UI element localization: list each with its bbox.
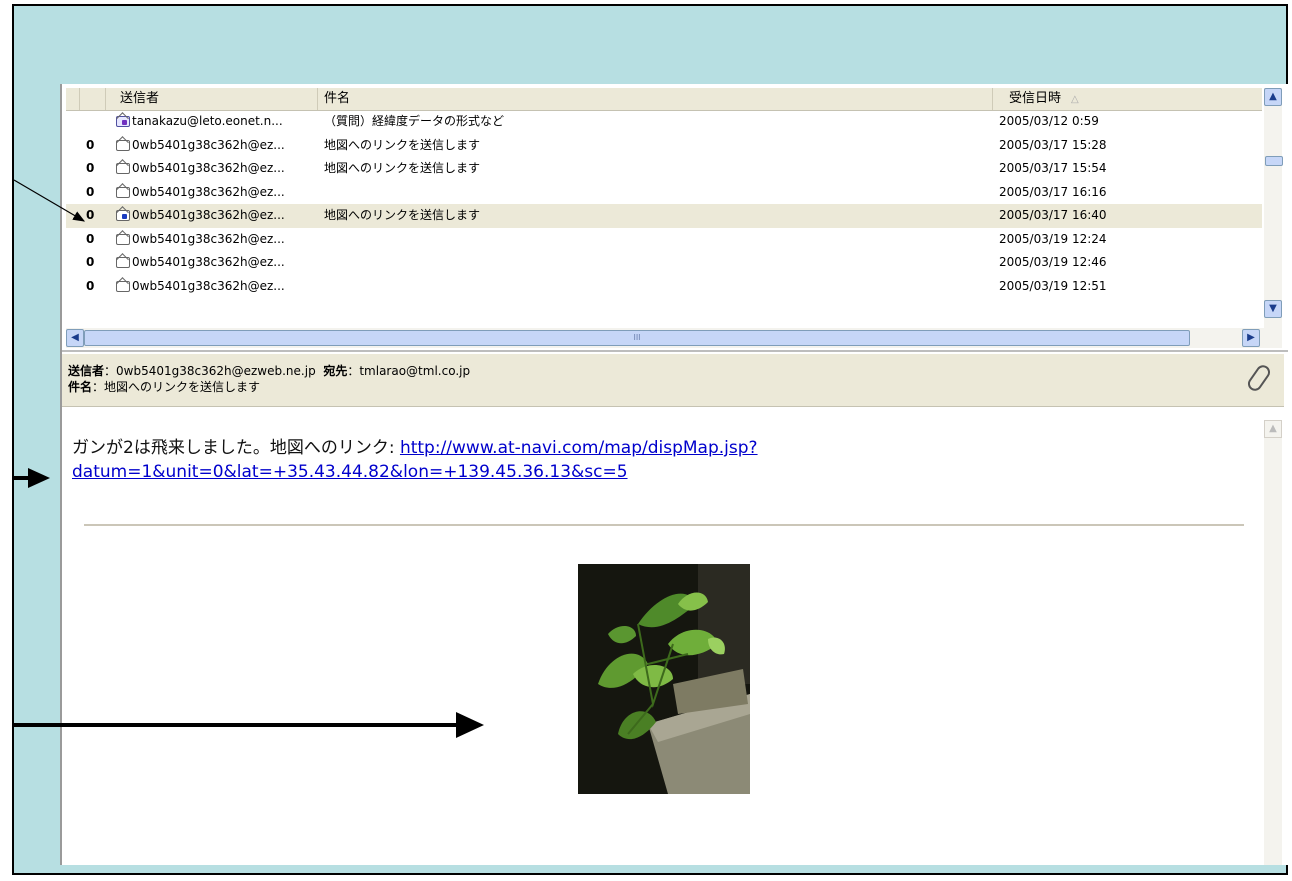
row-date: 2005/03/17 16:16: [999, 184, 1107, 199]
col-attach[interactable]: [80, 88, 106, 110]
message-rows: tanakazu@leto.eonet.n... （質問）経緯度データの形式など…: [66, 110, 1262, 330]
scroll-up-icon[interactable]: ▲: [1264, 420, 1282, 438]
scroll-right-icon[interactable]: ▶: [1242, 329, 1260, 347]
paperclip-icon: 0: [86, 255, 95, 269]
horizontal-rule: [84, 524, 1244, 526]
body-text: ガンが2は飛来しました。地図へのリンク:: [72, 438, 400, 458]
envelope-icon: [116, 280, 130, 292]
grip-icon: III: [633, 333, 641, 342]
paperclip-icon: 0: [86, 184, 95, 199]
col-from-label: 送信者: [120, 91, 160, 106]
to-label: 宛先: [323, 364, 348, 378]
row-subject: （質問）経緯度データの形式など: [324, 114, 505, 128]
from-label: 送信者: [68, 364, 105, 378]
message-text: ガンが2は飛来しました。地図へのリンク: http://www.at-navi.…: [72, 436, 1222, 484]
paperclip-icon: 0: [86, 137, 95, 152]
envelope-icon: [116, 233, 130, 245]
row-subject: 地図へのリンクを送信します: [324, 208, 481, 222]
message-list: 送信者 件名 受信日時 △ tanakazu@leto.eonet.n... （質…: [66, 88, 1283, 348]
preview-from-to-line: 送信者：0wb5401g38c362h@ezweb.ne.jp 宛先：tmlar…: [68, 362, 470, 379]
row-date: 2005/03/17 16:40: [999, 208, 1107, 222]
row-from: tanakazu@leto.eonet.n...: [132, 114, 283, 128]
row-from: 0wb5401g38c362h@ez...: [132, 255, 285, 269]
row-date: 2005/03/17 15:54: [999, 161, 1107, 175]
envelope-icon: [116, 163, 130, 174]
table-row[interactable]: 0 0wb5401g38c362h@ez... 2005/03/19 12:46: [66, 251, 1262, 275]
sort-ascending-icon: △: [1071, 94, 1079, 105]
envelope-icon: [116, 139, 130, 151]
paperclip-icon: 0: [86, 161, 95, 175]
subject-value: ：地図へのリンクを送信します: [92, 380, 261, 394]
row-date: 2005/03/17 15:28: [999, 137, 1107, 152]
to-value: ：tmlarao@tml.co.jp: [347, 364, 471, 378]
table-row[interactable]: 0 0wb5401g38c362h@ez... 2005/03/19 12:24: [66, 228, 1262, 252]
preview-body: ガンが2は飛来しました。地図へのリンク: http://www.at-navi.…: [62, 416, 1284, 865]
paperclip-icon[interactable]: [1245, 362, 1273, 394]
row-from: 0wb5401g38c362h@ez...: [132, 278, 285, 293]
envelope-icon: [116, 186, 130, 198]
attached-photo[interactable]: [578, 564, 750, 794]
row-date: 2005/03/19 12:46: [999, 255, 1107, 269]
col-subject-label: 件名: [324, 91, 351, 106]
envelope-icon: [116, 257, 130, 268]
plant-photo-image: [578, 564, 750, 794]
paperclip-icon: 0: [86, 208, 95, 222]
scroll-up-icon[interactable]: ▲: [1264, 88, 1282, 106]
scroll-left-icon[interactable]: ◀: [66, 329, 84, 347]
envelope-icon: [116, 116, 130, 127]
row-from: 0wb5401g38c362h@ez...: [132, 208, 285, 222]
row-date: 2005/03/19 12:51: [999, 278, 1107, 293]
row-from: 0wb5401g38c362h@ez...: [132, 137, 285, 152]
preview-header: 送信者：0wb5401g38c362h@ezweb.ne.jp 宛先：tmlar…: [62, 354, 1284, 407]
row-subject: 地図へのリンクを送信します: [324, 161, 481, 175]
table-row[interactable]: 0 0wb5401g38c362h@ez... 2005/03/17 16:16: [66, 181, 1262, 205]
envelope-forwarded-icon: [116, 210, 130, 221]
list-hscroll-thumb[interactable]: III: [84, 330, 1190, 346]
table-row[interactable]: 0 0wb5401g38c362h@ez... 2005/03/19 12:51: [66, 275, 1262, 299]
col-from[interactable]: 送信者: [106, 88, 318, 110]
row-date: 2005/03/12 0:59: [999, 114, 1099, 128]
list-vertical-scrollbar[interactable]: ▲ ▼: [1264, 88, 1283, 330]
table-row-selected[interactable]: 0 0wb5401g38c362h@ez... 地図へのリンクを送信します 20…: [66, 204, 1262, 228]
preview-subject-line: 件名：地図へのリンクを送信します: [68, 378, 260, 395]
col-subject[interactable]: 件名: [318, 88, 993, 110]
row-from: 0wb5401g38c362h@ez...: [132, 161, 285, 175]
list-header: 送信者 件名 受信日時 △: [66, 88, 1262, 111]
col-date[interactable]: 受信日時 △: [993, 88, 1262, 110]
list-horizontal-scrollbar[interactable]: ◀ III ▶: [66, 328, 1282, 348]
row-from: 0wb5401g38c362h@ez...: [132, 184, 285, 199]
col-flag[interactable]: [66, 88, 80, 110]
table-row[interactable]: tanakazu@leto.eonet.n... （質問）経緯度データの形式など…: [66, 110, 1262, 134]
subject-label: 件名: [68, 380, 93, 394]
table-row[interactable]: 0 0wb5401g38c362h@ez... 地図へのリンクを送信します 20…: [66, 134, 1262, 158]
row-date: 2005/03/19 12:24: [999, 231, 1107, 246]
col-date-label: 受信日時: [1009, 91, 1062, 106]
preview-vertical-scrollbar[interactable]: ▲: [1264, 420, 1282, 865]
mail-window: 送信者 件名 受信日時 △ tanakazu@leto.eonet.n... （質…: [60, 84, 1288, 865]
from-value: ：0wb5401g38c362h@ezweb.ne.jp: [104, 364, 316, 378]
table-row[interactable]: 0 0wb5401g38c362h@ez... 地図へのリンクを送信します 20…: [66, 157, 1262, 181]
paperclip-icon: 0: [86, 278, 95, 293]
list-scroll-thumb[interactable]: [1265, 156, 1283, 166]
row-from: 0wb5401g38c362h@ez...: [132, 231, 285, 246]
pane-splitter[interactable]: [62, 350, 1288, 352]
paperclip-icon: 0: [86, 231, 95, 246]
row-subject: 地図へのリンクを送信します: [324, 137, 481, 152]
scroll-down-icon[interactable]: ▼: [1264, 300, 1282, 318]
